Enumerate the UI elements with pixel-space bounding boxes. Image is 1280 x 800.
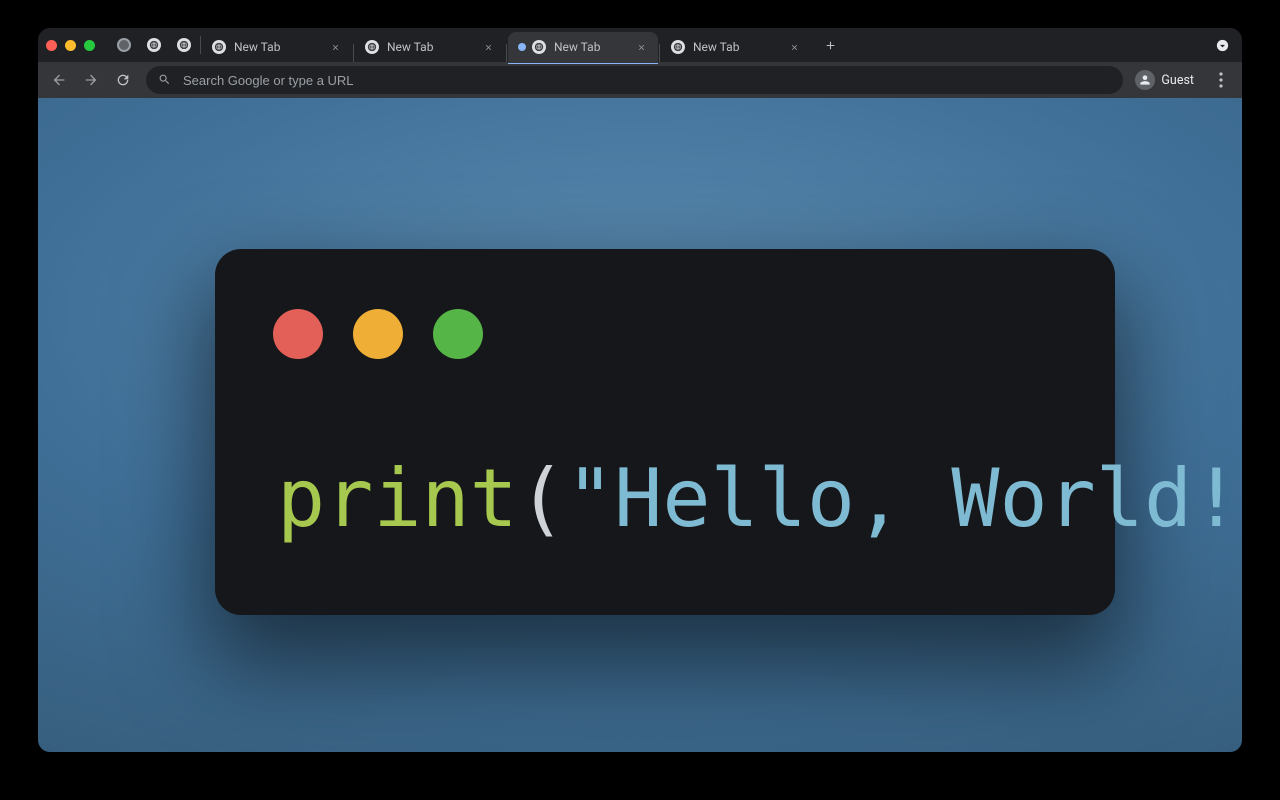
terminal-minimize-icon	[353, 309, 403, 359]
tab-title: New Tab	[554, 40, 600, 54]
active-tab-underline	[508, 63, 658, 64]
window-zoom-icon[interactable]	[84, 40, 95, 51]
omnibox[interactable]	[146, 66, 1123, 94]
globe-favicon-icon	[177, 38, 191, 52]
loading-dot-icon	[518, 43, 526, 51]
tab[interactable]: New Tab	[202, 32, 352, 62]
pinned-tab[interactable]	[169, 32, 199, 58]
tab-separator	[659, 44, 660, 62]
back-button[interactable]	[44, 65, 74, 95]
search-icon	[158, 71, 171, 90]
chevron-down-icon[interactable]	[1208, 31, 1236, 59]
viewport: print("Hello, World!")	[38, 98, 1242, 752]
pinned-tab[interactable]	[139, 32, 169, 58]
tabs: New Tab New Tab New Tab	[202, 28, 811, 62]
code-line: print("Hello, World!")	[277, 459, 1242, 539]
tab-active[interactable]: New Tab	[508, 32, 658, 62]
tab[interactable]: New Tab	[355, 32, 505, 62]
globe-favicon-icon	[147, 38, 161, 52]
tab[interactable]: New Tab	[661, 32, 811, 62]
tab-title: New Tab	[693, 40, 739, 54]
globe-favicon-icon	[365, 40, 379, 54]
new-tab-button[interactable]	[817, 32, 843, 58]
terminal-close-icon	[273, 309, 323, 359]
code-func: print	[277, 452, 518, 545]
tab-separator	[353, 44, 354, 62]
tab-title: New Tab	[234, 40, 280, 54]
pinned-tabs	[109, 32, 199, 58]
pinned-tab[interactable]	[109, 32, 139, 58]
tab-separator	[506, 44, 507, 62]
tab-strip: New Tab New Tab New Tab	[38, 28, 1242, 62]
window-traffic-lights	[46, 40, 95, 51]
code-paren-open: (	[518, 452, 566, 545]
globe-favicon-icon	[671, 40, 685, 54]
terminal-traffic-lights	[273, 309, 483, 359]
terminal-window: print("Hello, World!")	[215, 249, 1115, 615]
close-icon[interactable]	[328, 40, 342, 54]
kebab-menu-button[interactable]	[1206, 65, 1236, 95]
globe-favicon-icon	[532, 40, 546, 54]
code-string: "Hello, World!"	[566, 452, 1242, 545]
window-minimize-icon[interactable]	[65, 40, 76, 51]
tab-title: New Tab	[387, 40, 433, 54]
profile-chip[interactable]: Guest	[1131, 66, 1204, 94]
terminal-zoom-icon	[433, 309, 483, 359]
close-icon[interactable]	[481, 40, 495, 54]
tab-separator	[200, 36, 201, 54]
close-icon[interactable]	[787, 40, 801, 54]
profile-label: Guest	[1161, 73, 1194, 88]
blank-favicon-icon	[117, 38, 131, 52]
toolbar: Guest	[38, 62, 1242, 98]
avatar-icon	[1135, 70, 1155, 90]
forward-button[interactable]	[76, 65, 106, 95]
reload-button[interactable]	[108, 65, 138, 95]
window-close-icon[interactable]	[46, 40, 57, 51]
omnibox-input[interactable]	[181, 72, 1111, 89]
globe-favicon-icon	[212, 40, 226, 54]
close-icon[interactable]	[634, 40, 648, 54]
browser-window: New Tab New Tab New Tab	[38, 28, 1242, 752]
